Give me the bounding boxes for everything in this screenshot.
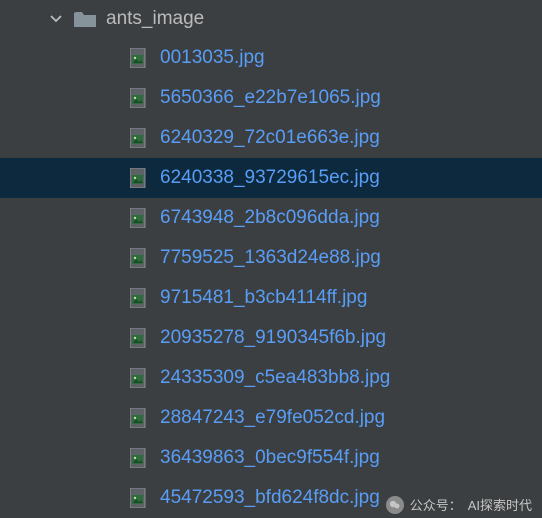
file-row[interactable]: 9715481_b3cb4114ff.jpg [0,278,542,318]
file-label: 0013035.jpg [160,47,265,69]
file-label: 9715481_b3cb4114ff.jpg [160,287,367,309]
file-tree: ants_image 0013035.jpg 5650366_e22b7e1065… [0,0,542,518]
image-file-icon [130,288,148,308]
watermark-prefix: 公众号： [410,495,462,514]
file-label: 6240329_72c01e663e.jpg [160,127,380,149]
image-file-icon [130,208,148,228]
file-row[interactable]: 7759525_1363d24e88.jpg [0,238,542,278]
file-label: 5650366_e22b7e1065.jpg [160,87,381,109]
image-file-icon [130,168,148,188]
file-label: 6240338_93729615ec.jpg [160,167,380,189]
file-label: 36439863_0bec9f554f.jpg [160,447,380,469]
file-label: 20935278_9190345f6b.jpg [160,327,386,349]
file-row[interactable]: 6743948_2b8c096dda.jpg [0,198,542,238]
folder-row-ants-image[interactable]: ants_image [0,0,542,38]
file-label: 6743948_2b8c096dda.jpg [160,207,380,229]
file-row[interactable]: 28847243_e79fe052cd.jpg [0,398,542,438]
file-label: 7759525_1363d24e88.jpg [160,247,381,269]
file-row[interactable]: 36439863_0bec9f554f.jpg [0,438,542,478]
watermark: 公众号： AI探索时代 [386,495,532,514]
file-label: 24335309_c5ea483bb8.jpg [160,367,390,389]
file-row[interactable]: 24335309_c5ea483bb8.jpg [0,358,542,398]
file-row[interactable]: 5650366_e22b7e1065.jpg [0,78,542,118]
wechat-icon [386,496,404,514]
image-file-icon [130,248,148,268]
folder-label: ants_image [106,8,204,30]
image-file-icon [130,368,148,388]
file-row[interactable]: 6240329_72c01e663e.jpg [0,118,542,158]
file-label: 45472593_bfd624f8dc.jpg [160,487,380,509]
image-file-icon [130,48,148,68]
file-list: 0013035.jpg 5650366_e22b7e1065.jpg 6240329… [0,38,542,518]
image-file-icon [130,488,148,508]
file-label: 28847243_e79fe052cd.jpg [160,407,385,429]
file-row[interactable]: 6240338_93729615ec.jpg [0,158,542,198]
file-row[interactable]: 0013035.jpg [0,38,542,78]
image-file-icon [130,128,148,148]
file-row[interactable]: 20935278_9190345f6b.jpg [0,318,542,358]
image-file-icon [130,448,148,468]
folder-icon [74,10,96,28]
image-file-icon [130,328,148,348]
chevron-down-icon[interactable] [48,11,64,27]
image-file-icon [130,408,148,428]
image-file-icon [130,88,148,108]
watermark-text: AI探索时代 [468,495,532,514]
